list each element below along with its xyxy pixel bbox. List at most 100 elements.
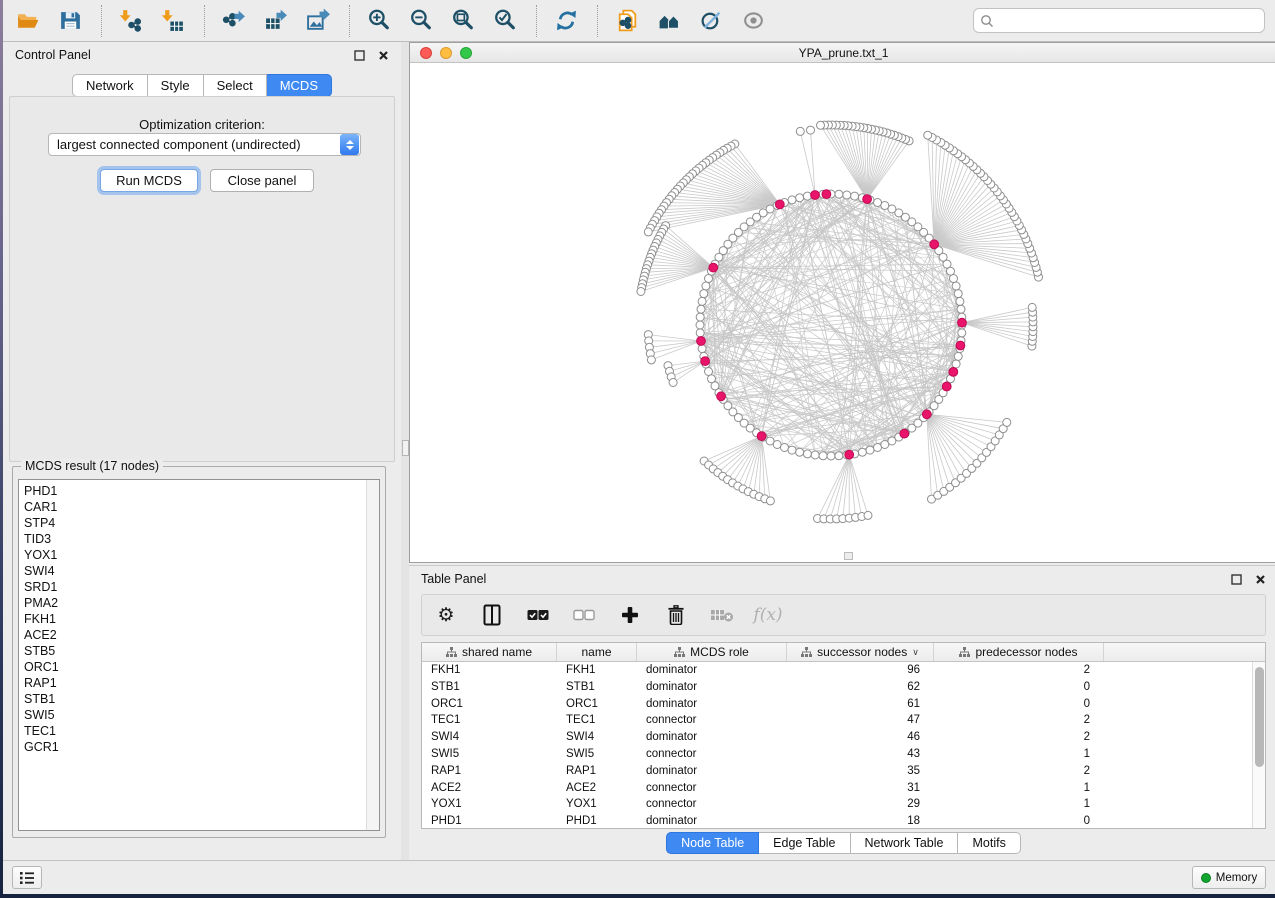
cell-shared_name[interactable]: YOX1 (422, 796, 557, 813)
cell-predecessor_nodes[interactable]: 2 (934, 729, 1104, 746)
cell-successor_nodes[interactable]: 18 (787, 813, 934, 830)
task-history-button[interactable] (12, 866, 42, 889)
close-panel-icon[interactable] (375, 47, 391, 63)
cell-shared_name[interactable]: STB1 (422, 679, 557, 696)
save-session-icon[interactable] (55, 6, 85, 36)
table-row[interactable]: YOX1YOX1connector291 (422, 796, 1265, 813)
zoom-selected-icon[interactable] (490, 6, 520, 36)
gear-icon[interactable]: ⚙ (434, 603, 458, 627)
show-columns-icon[interactable] (480, 603, 504, 627)
mcds-node[interactable] (717, 392, 726, 401)
cell-predecessor_nodes[interactable]: 0 (934, 696, 1104, 713)
cell-successor_nodes[interactable]: 62 (787, 679, 934, 696)
close-table-panel-icon[interactable] (1252, 571, 1268, 587)
network-nodes[interactable] (637, 121, 1043, 523)
cell-name[interactable]: TEC1 (557, 712, 637, 729)
mcds-result-item[interactable]: TID3 (24, 531, 379, 547)
cell-predecessor_nodes[interactable]: 2 (934, 712, 1104, 729)
mcds-result-item[interactable]: RAP1 (24, 675, 379, 691)
optimization-criterion-select[interactable]: largest connected component (undirected) (48, 133, 361, 156)
cell-mcds_role[interactable]: connector (637, 780, 787, 797)
column-header-MCDS-role[interactable]: MCDS role (637, 643, 787, 661)
mcds-node[interactable] (900, 429, 909, 438)
cell-name[interactable]: YOX1 (557, 796, 637, 813)
select-all-columns-icon[interactable] (526, 603, 550, 627)
table-row[interactable]: TEC1TEC1connector472 (422, 712, 1265, 729)
cell-successor_nodes[interactable]: 96 (787, 662, 934, 679)
mcds-result-item[interactable]: SWI4 (24, 563, 379, 579)
tab-select[interactable]: Select (204, 74, 267, 97)
cell-successor_nodes[interactable]: 46 (787, 729, 934, 746)
mcds-result-item[interactable]: SRD1 (24, 579, 379, 595)
cell-successor_nodes[interactable]: 35 (787, 763, 934, 780)
cell-name[interactable]: FKH1 (557, 662, 637, 679)
cell-shared_name[interactable]: ORC1 (422, 696, 557, 713)
float-panel-icon[interactable] (351, 47, 367, 63)
table-row[interactable]: SWI4SWI4dominator462 (422, 729, 1265, 746)
mcds-result-item[interactable]: PHD1 (24, 483, 379, 499)
mcds-node[interactable] (930, 240, 939, 249)
cell-predecessor_nodes[interactable]: 1 (934, 796, 1104, 813)
mcds-result-item[interactable]: STB1 (24, 691, 379, 707)
tab-edge-table[interactable]: Edge Table (759, 832, 850, 854)
mcds-result-item[interactable]: STB5 (24, 643, 379, 659)
cell-mcds_role[interactable]: dominator (637, 662, 787, 679)
mcds-result-item[interactable]: ACE2 (24, 627, 379, 643)
mcds-node[interactable] (822, 190, 831, 199)
column-header-name[interactable]: name (557, 643, 637, 661)
cell-successor_nodes[interactable]: 47 (787, 712, 934, 729)
zoom-fit-icon[interactable] (448, 6, 478, 36)
mcds-node[interactable] (949, 368, 958, 377)
cell-predecessor_nodes[interactable]: 0 (934, 679, 1104, 696)
cell-successor_nodes[interactable]: 61 (787, 696, 934, 713)
mcds-result-item[interactable]: SWI5 (24, 707, 379, 723)
cell-shared_name[interactable]: FKH1 (422, 662, 557, 679)
export-network-icon[interactable] (219, 6, 249, 36)
clone-network-icon[interactable] (612, 6, 642, 36)
cell-predecessor_nodes[interactable]: 2 (934, 662, 1104, 679)
vertical-splitter[interactable] (401, 42, 409, 860)
table-row[interactable]: ACE2ACE2connector311 (422, 780, 1265, 797)
cell-shared_name[interactable]: ACE2 (422, 780, 557, 797)
cell-predecessor_nodes[interactable]: 2 (934, 763, 1104, 780)
import-table-icon[interactable] (158, 6, 188, 36)
mcds-node[interactable] (811, 191, 820, 200)
column-header-successor-nodes[interactable]: successor nodes∨ (787, 643, 934, 661)
mcds-result-item[interactable]: YOX1 (24, 547, 379, 563)
cell-name[interactable]: ACE2 (557, 780, 637, 797)
open-file-icon[interactable] (13, 6, 43, 36)
mcds-result-item[interactable]: STP4 (24, 515, 379, 531)
mcds-result-item[interactable]: GCR1 (24, 739, 379, 755)
run-mcds-button[interactable]: Run MCDS (100, 169, 198, 192)
cell-name[interactable]: ORC1 (557, 696, 637, 713)
cell-predecessor_nodes[interactable]: 0 (934, 813, 1104, 830)
mcds-node[interactable] (958, 318, 967, 327)
cell-mcds_role[interactable]: connector (637, 746, 787, 763)
cell-shared_name[interactable]: SWI5 (422, 746, 557, 763)
cell-name[interactable]: PHD1 (557, 813, 637, 830)
tab-network[interactable]: Network (72, 74, 148, 97)
cell-successor_nodes[interactable]: 31 (787, 780, 934, 797)
mcds-node[interactable] (922, 410, 931, 419)
cell-mcds_role[interactable]: connector (637, 796, 787, 813)
mcds-node[interactable] (775, 200, 784, 209)
cell-shared_name[interactable]: TEC1 (422, 712, 557, 729)
add-icon[interactable] (618, 603, 642, 627)
cell-name[interactable]: SWI4 (557, 729, 637, 746)
table-scrollbar[interactable] (1252, 662, 1265, 828)
list-scrollbar[interactable] (366, 480, 379, 830)
tab-style[interactable]: Style (148, 74, 204, 97)
mcds-result-item[interactable]: FKH1 (24, 611, 379, 627)
cell-mcds_role[interactable]: connector (637, 712, 787, 729)
mcds-node[interactable] (845, 450, 854, 459)
mcds-node[interactable] (863, 195, 872, 204)
refresh-icon[interactable] (551, 6, 581, 36)
cell-name[interactable]: SWI5 (557, 746, 637, 763)
memory-button[interactable]: Memory (1192, 866, 1266, 889)
mcds-node[interactable] (709, 263, 718, 272)
tab-network-table[interactable]: Network Table (851, 832, 959, 854)
mcds-result-item[interactable]: PMA2 (24, 595, 379, 611)
float-table-panel-icon[interactable] (1228, 571, 1244, 587)
mcds-node[interactable] (956, 341, 965, 350)
tab-motifs[interactable]: Motifs (958, 832, 1020, 854)
